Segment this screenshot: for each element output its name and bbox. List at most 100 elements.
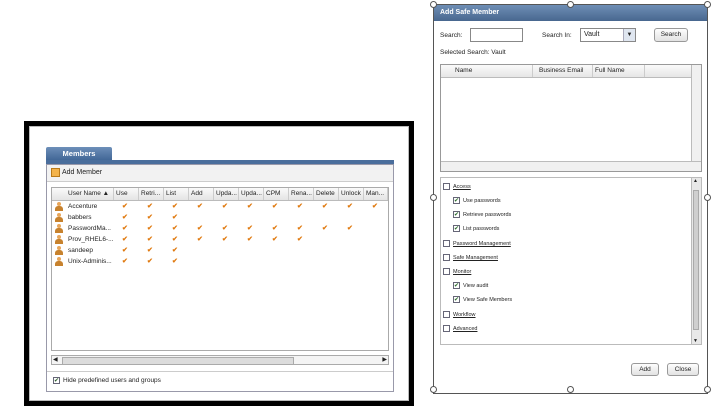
permissions-scroll-thumb[interactable] [693,190,699,330]
table-row[interactable]: Unix-Adminis... ✔ ✔ ✔ [52,256,388,267]
permission-check-icon: ✔ [272,225,278,232]
user-name-cell: Prov_RHEL6-... [68,236,114,243]
column-header[interactable]: Add [189,188,214,200]
checkbox-checked-icon[interactable]: ✔ [53,377,60,384]
chevron-down-icon[interactable]: ▼ [623,29,635,41]
checkbox-checked-icon[interactable]: ✔ [453,296,460,303]
scroll-thumb[interactable] [62,357,294,365]
checkbox-unchecked-icon[interactable] [443,325,450,332]
user-name-cell: PasswordMa... [68,225,111,232]
permission-item[interactable]: ✔ View Safe Members [453,295,512,305]
checkbox-checked-icon[interactable]: ✔ [453,225,460,232]
scroll-up-icon[interactable]: ▲ [693,178,698,184]
members-panel: Members Add Member User Name ▲ Use Retri..… [29,126,409,401]
permission-check-icon: ✔ [122,225,128,232]
resize-handle-top-left[interactable] [430,1,437,8]
permission-label: List passwords [463,226,500,232]
checkbox-checked-icon[interactable]: ✔ [453,211,460,218]
permission-check-icon: ✔ [147,225,153,232]
table-row[interactable]: Prov_RHEL6-... ✔ ✔ ✔ ✔ ✔ ✔ ✔ ✔ [52,234,388,245]
permission-check-icon: ✔ [197,203,203,210]
permission-item[interactable]: ✔ Use passwords [453,196,501,206]
column-header[interactable]: Retri... [139,188,164,200]
column-header[interactable]: Upda... [239,188,264,200]
permission-check-icon: ✔ [372,203,378,210]
column-header[interactable]: Use [114,188,139,200]
checkbox-checked-icon[interactable]: ✔ [453,282,460,289]
resize-handle-left[interactable] [430,194,437,201]
resize-handle-bottom-left[interactable] [430,386,437,393]
permission-item[interactable]: Password Management [443,239,511,249]
permission-item[interactable]: ✔ Retrieve passwords [453,210,511,220]
checkbox-unchecked-icon[interactable] [443,311,450,318]
permission-check-icon: ✔ [347,203,353,210]
close-button[interactable]: Close [667,363,699,376]
checkbox-unchecked-icon[interactable] [443,183,450,190]
column-header[interactable]: Upda... [214,188,239,200]
hide-predefined-checkbox[interactable]: ✔ Hide predefined users and groups [53,376,161,386]
scroll-down-icon[interactable]: ▼ [693,338,698,344]
column-header[interactable]: Unlock [339,188,364,200]
permission-label: Password Management [453,241,511,247]
scroll-right-icon[interactable]: ▶ [382,356,387,364]
scroll-left-icon[interactable]: ◀ [53,356,58,364]
permission-item[interactable]: Advanced [443,324,477,334]
permission-item[interactable]: Safe Management [443,253,498,263]
permission-label: Monitor [453,269,472,275]
permission-item[interactable]: Access [443,182,471,192]
result-column-header[interactable]: Business Email [537,65,593,77]
permission-check-icon: ✔ [122,247,128,254]
add-button[interactable]: Add [631,363,659,376]
result-column-header[interactable]: Name [453,65,533,77]
resize-handle-bottom-right[interactable] [704,386,711,393]
checkbox-unchecked-icon[interactable] [443,254,450,261]
results-header: Name Business Email Full Name [441,65,701,78]
column-header[interactable]: User Name ▲ [66,188,114,200]
table-row[interactable]: PasswordMa... ✔ ✔ ✔ ✔ ✔ ✔ ✔ ✔ ✔ ✔ [52,223,388,234]
table-row[interactable]: babbers ✔ ✔ ✔ [52,212,388,223]
resize-handle-bottom[interactable] [567,386,574,393]
grid-horizontal-scrollbar[interactable]: ◀ ▶ [51,355,389,365]
table-row[interactable]: Accenture ✔ ✔ ✔ ✔ ✔ ✔ ✔ ✔ ✔ ✔ ✔ [52,201,388,212]
column-header[interactable]: List [164,188,189,200]
column-header[interactable]: Man... [364,188,388,200]
result-column-header[interactable]: Full Name [593,65,645,77]
members-content: Add Member User Name ▲ Use Retri... List Add… [46,164,394,392]
table-row[interactable]: sandeep ✔ ✔ ✔ [52,245,388,256]
column-header[interactable]: CPM [264,188,289,200]
resize-handle-top-right[interactable] [704,1,711,8]
grid-header: User Name ▲ Use Retri... List Add Upda... Upda… [52,188,388,201]
permission-item[interactable]: ✔ View audit [453,281,488,291]
tab-members[interactable]: Members [46,147,112,161]
permission-check-icon: ✔ [297,236,303,243]
add-member-button[interactable]: Add Member [51,168,102,178]
search-in-select[interactable]: Vault ▼ [580,28,636,42]
permission-check-icon: ✔ [172,203,178,210]
permissions-scrollbar[interactable]: ▲ ▼ [691,178,701,344]
results-vertical-scrollbar[interactable] [691,65,701,171]
permission-item[interactable]: ✔ List passwords [453,224,499,234]
permission-check-icon: ✔ [222,236,228,243]
permission-check-icon: ✔ [197,225,203,232]
search-button[interactable]: Search [654,28,688,42]
results-horizontal-scrollbar[interactable] [441,161,701,171]
permission-check-icon: ✔ [122,258,128,265]
checkbox-unchecked-icon[interactable] [443,268,450,275]
column-header[interactable]: Delete [314,188,339,200]
user-name-cell: sandeep [68,247,93,254]
resize-handle-right[interactable] [704,194,711,201]
search-input[interactable] [470,28,523,42]
permission-check-icon: ✔ [347,225,353,232]
column-header[interactable]: Rena... [289,188,314,200]
resize-handle-top[interactable] [567,1,574,8]
search-in-label: Search In: [542,32,572,39]
permission-item[interactable]: Monitor [443,267,471,277]
permission-label: View Safe Members [463,297,513,303]
permission-item[interactable]: Workflow [443,310,476,320]
user-name-cell: babbers [68,214,92,221]
checkbox-checked-icon[interactable]: ✔ [453,197,460,204]
checkbox-unchecked-icon[interactable] [443,240,450,247]
search-label: Search: [440,32,463,39]
permission-check-icon: ✔ [147,247,153,254]
permission-check-icon: ✔ [222,225,228,232]
